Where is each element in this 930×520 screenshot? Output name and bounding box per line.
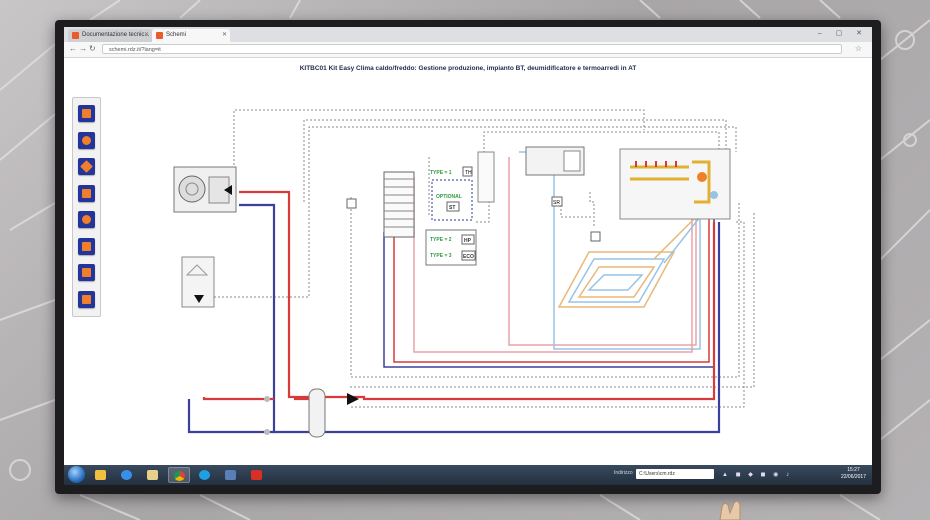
taskbar-explorer-icon[interactable] xyxy=(142,467,164,483)
taskbar-address-input[interactable]: C:\Users\cm.rdz xyxy=(636,469,714,479)
type1-label: TYPE = 1 xyxy=(430,170,452,176)
taskbar-chrome-icon[interactable] xyxy=(168,467,190,483)
monitor-screen: Documentazione tecnic... ✕ Schemi ✕ – ▢ … xyxy=(64,27,872,485)
th-label: TH xyxy=(465,170,472,176)
optional-label: OPTIONAL xyxy=(436,194,462,200)
eco-label: ECO xyxy=(463,254,474,260)
taskbar-window-icon[interactable] xyxy=(220,467,242,483)
start-button-icon[interactable] xyxy=(68,466,85,483)
taskbar-ie-icon[interactable] xyxy=(116,467,138,483)
dehumidifier-unit xyxy=(477,146,585,203)
st-label: ST xyxy=(449,205,455,211)
system-tray-icons[interactable]: ▲ ◼ ◆ ◼ ◉ ♪ xyxy=(722,471,792,478)
manifold-cabinet xyxy=(619,148,731,220)
hp-label: HP xyxy=(464,238,472,244)
taskbar-folder-icon[interactable] xyxy=(90,467,112,483)
address-toolbar-label: Indirizzo xyxy=(614,470,633,476)
hand-pointer-icon xyxy=(719,500,741,520)
heat-pump-unit xyxy=(173,166,237,213)
indoor-unit xyxy=(181,256,215,308)
hydraulic-schematic: TH SR TYPE = 1 OPTIONAL ST TYPE = 2 HP T… xyxy=(173,109,755,438)
taskbar-skype-icon[interactable] xyxy=(194,467,216,483)
clock-time: 15:27 xyxy=(847,467,860,473)
type2-label: TYPE = 2 xyxy=(430,237,452,243)
sr-label: SR xyxy=(553,200,560,206)
windows-taskbar: Indirizzo C:\Users\cm.rdz ▲ ◼ ◆ ◼ ◉ ♪ 15… xyxy=(64,465,872,485)
type3-label: TYPE = 3 xyxy=(430,253,452,259)
clock-date: 22/06/2017 xyxy=(840,474,866,480)
primary-circuit xyxy=(187,190,721,434)
floor-heating-coil xyxy=(557,216,701,308)
taskbar-pdf-icon[interactable] xyxy=(246,467,268,483)
towel-warmer-radiator xyxy=(383,171,415,238)
type-options: TYPE = 1 OPTIONAL ST TYPE = 2 HP TYPE = … xyxy=(425,170,477,266)
taskbar-clock[interactable]: 15:27 22/06/2017 xyxy=(841,467,866,481)
